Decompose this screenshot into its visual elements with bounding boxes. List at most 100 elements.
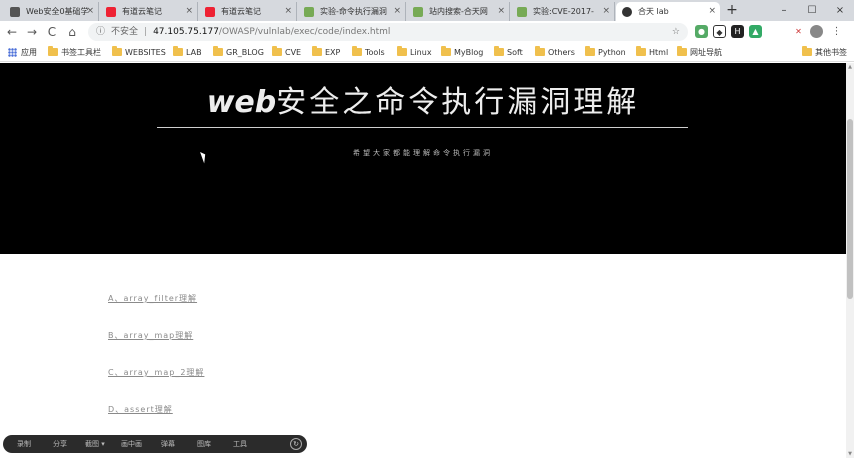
tab-favicon-icon bbox=[413, 7, 423, 17]
extension-icon[interactable]: H bbox=[731, 25, 744, 38]
extension-icon[interactable]: ● bbox=[695, 25, 708, 38]
bookmark-label: Tools bbox=[365, 48, 385, 57]
folder-icon bbox=[494, 46, 504, 56]
bookmark-folder[interactable]: Html bbox=[636, 43, 668, 62]
floatbar-item[interactable]: 图库 bbox=[197, 438, 211, 450]
page-subtitle: 希望大家都能理解命令执行漏洞 bbox=[353, 149, 493, 157]
floatbar-item[interactable]: 录制 bbox=[17, 438, 31, 450]
link-array-map-2[interactable]: C、array_map_2理解 bbox=[108, 367, 204, 404]
star-icon[interactable]: ☆ bbox=[672, 23, 680, 41]
folder-icon bbox=[441, 46, 451, 56]
floatbar-item[interactable]: 工具 bbox=[233, 438, 247, 450]
floatbar-item[interactable]: 截图 ▾ bbox=[85, 438, 105, 450]
security-label: 不安全 bbox=[111, 27, 139, 37]
scroll-up-icon[interactable]: ▲ bbox=[846, 63, 854, 71]
tab-web-security[interactable]: Web安全0基础学 × bbox=[4, 2, 99, 21]
bookmark-folder[interactable]: 网址导航 bbox=[677, 43, 722, 62]
tab-youdao-1[interactable]: 有道云笔记 × bbox=[100, 2, 198, 21]
extension-icon[interactable]: ✕ bbox=[792, 25, 805, 38]
link-array-map[interactable]: B、array_map理解 bbox=[108, 330, 204, 367]
floatbar-item[interactable]: 画中画 bbox=[121, 438, 142, 450]
extension-icon[interactable]: ◆ bbox=[713, 25, 726, 38]
forward-button[interactable]: → bbox=[24, 24, 40, 40]
folder-icon bbox=[636, 46, 646, 56]
minimize-button[interactable]: – bbox=[770, 0, 798, 21]
link-list: A、array_filter理解 B、array_map理解 C、array_m… bbox=[108, 293, 204, 441]
bookmarks-bar: 应用 书签工具栏 WEBSITES LAB GR_BLOG CVE EXP To… bbox=[0, 43, 854, 62]
bookmark-folder[interactable]: LAB bbox=[173, 43, 202, 62]
bookmark-folder[interactable]: Others bbox=[535, 43, 575, 62]
info-icon[interactable]: ⓘ bbox=[96, 27, 105, 37]
bookmark-folder[interactable]: Tools bbox=[352, 43, 385, 62]
bookmark-folder[interactable]: MyBlog bbox=[441, 43, 483, 62]
tab-cve[interactable]: 实验:CVE-2017- × bbox=[511, 2, 615, 21]
tab-favicon-icon bbox=[106, 7, 116, 17]
window-close-button[interactable]: × bbox=[826, 0, 854, 21]
menu-icon[interactable]: ⋮ bbox=[830, 25, 843, 38]
folder-icon bbox=[312, 46, 322, 56]
bookmark-apps[interactable]: 应用 bbox=[8, 43, 37, 62]
tab-label: 实验:CVE-2017- bbox=[533, 7, 594, 16]
folder-icon bbox=[112, 46, 122, 56]
bookmark-label: GR_BLOG bbox=[226, 48, 264, 57]
divider bbox=[157, 127, 688, 128]
scroll-down-icon[interactable]: ▼ bbox=[846, 450, 854, 458]
tab-site-search[interactable]: 站内搜索-合天网 × bbox=[407, 2, 510, 21]
address-bar[interactable]: ⓘ 不安全 | 47.105.75.177/OWASP/vulnlab/exec/co… bbox=[88, 23, 688, 41]
bookmark-folder[interactable]: Soft bbox=[494, 43, 523, 62]
tab-label: 站内搜索-合天网 bbox=[429, 7, 488, 16]
bookmark-label: EXP bbox=[325, 48, 341, 57]
bookmark-label: Python bbox=[598, 48, 626, 57]
bookmark-folder[interactable]: WEBSITES bbox=[112, 43, 166, 62]
scrollbar-thumb[interactable] bbox=[847, 119, 853, 299]
floatbar-item[interactable]: 弹幕 bbox=[161, 438, 175, 450]
tab-hetian-lab[interactable]: 合天 lab × bbox=[616, 2, 720, 21]
bookmark-label: Linux bbox=[410, 48, 432, 57]
tab-label: 有道云笔记 bbox=[221, 7, 261, 16]
reload-button[interactable]: C bbox=[44, 24, 60, 40]
close-icon[interactable]: × bbox=[185, 2, 193, 21]
page-content: web安全之命令执行漏洞理解 希望大家都能理解命令执行漏洞 A、array_fi… bbox=[0, 63, 846, 458]
bookmark-other[interactable]: 其他书签 bbox=[802, 43, 847, 62]
tab-favicon-icon bbox=[205, 7, 215, 17]
refresh-icon[interactable]: ↻ bbox=[290, 438, 302, 450]
floatbar-item[interactable]: 分享 bbox=[53, 438, 67, 450]
close-icon[interactable]: × bbox=[86, 2, 94, 21]
page-title: web安全之命令执行漏洞理解 bbox=[0, 77, 846, 121]
tab-command-exec[interactable]: 实验-命令执行漏洞 × bbox=[298, 2, 406, 21]
tab-favicon-icon bbox=[517, 7, 527, 17]
bookmark-folder[interactable]: CVE bbox=[272, 43, 301, 62]
close-icon[interactable]: × bbox=[708, 2, 716, 21]
folder-icon bbox=[173, 46, 183, 56]
folder-icon bbox=[48, 46, 58, 56]
bookmark-label: 应用 bbox=[21, 48, 37, 57]
bookmark-folder[interactable]: GR_BLOG bbox=[213, 43, 264, 62]
link-array-filter[interactable]: A、array_filter理解 bbox=[108, 293, 204, 330]
url-host: 47.105.75.177 bbox=[153, 27, 219, 37]
folder-icon bbox=[213, 46, 223, 56]
maximize-button[interactable]: ☐ bbox=[798, 0, 826, 21]
bookmark-label: 书签工具栏 bbox=[61, 48, 101, 57]
bookmark-folder[interactable]: Linux bbox=[397, 43, 432, 62]
folder-icon bbox=[352, 46, 362, 56]
back-button[interactable]: ← bbox=[4, 24, 20, 40]
tab-favicon-icon bbox=[304, 7, 314, 17]
close-icon[interactable]: × bbox=[602, 2, 610, 21]
tab-favicon-icon bbox=[10, 7, 20, 17]
home-button[interactable]: ⌂ bbox=[64, 24, 80, 40]
new-tab-button[interactable]: + bbox=[724, 1, 740, 19]
tab-label: 合天 lab bbox=[638, 7, 669, 16]
extension-icon[interactable]: ▲ bbox=[749, 25, 762, 38]
bookmark-folder[interactable]: 书签工具栏 bbox=[48, 43, 101, 62]
bookmark-folder[interactable]: Python bbox=[585, 43, 626, 62]
tab-label: 有道云笔记 bbox=[122, 7, 162, 16]
close-icon[interactable]: × bbox=[284, 2, 292, 21]
title-web: web bbox=[206, 85, 277, 120]
close-icon[interactable]: × bbox=[393, 2, 401, 21]
bookmark-label: CVE bbox=[285, 48, 302, 57]
tab-youdao-2[interactable]: 有道云笔记 × bbox=[199, 2, 297, 21]
close-icon[interactable]: × bbox=[497, 2, 505, 21]
bookmark-folder[interactable]: EXP bbox=[312, 43, 340, 62]
avatar[interactable] bbox=[810, 25, 823, 38]
bookmark-label: 其他书签 bbox=[815, 48, 847, 57]
